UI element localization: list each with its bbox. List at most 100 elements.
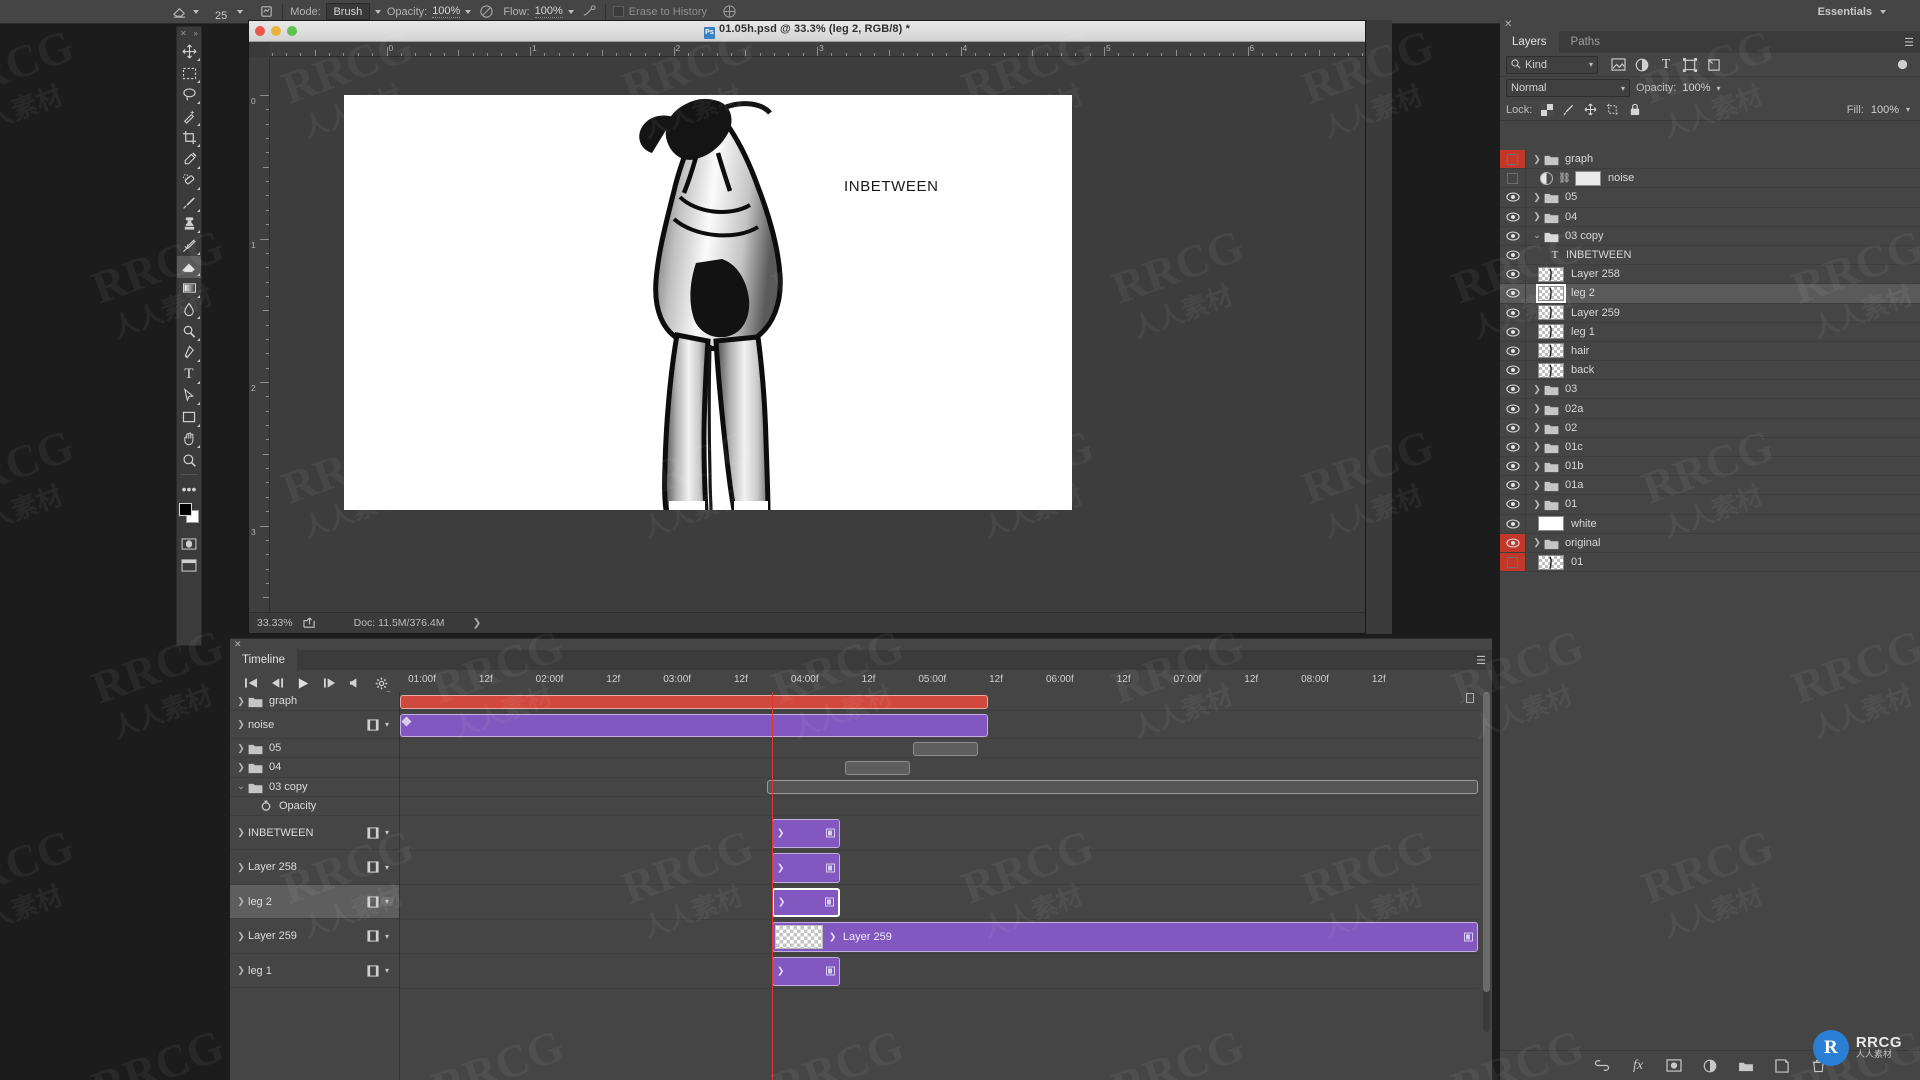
layer-row[interactable]: ❯ 04 bbox=[1500, 207, 1920, 227]
clip-expand-icon[interactable]: ❯ bbox=[829, 931, 837, 942]
timeline-menu-icon[interactable]: ☰ bbox=[1476, 654, 1486, 667]
layer-list[interactable]: ❯ graph ⛓ noise ❯ 05 ❯ 04 ⌄ 03 copy T INBETWEEN Laye… bbox=[1500, 150, 1920, 1044]
timeline-lane[interactable] bbox=[400, 954, 1478, 989]
layer-visibility-toggle[interactable] bbox=[1500, 552, 1526, 572]
layer-row[interactable]: Layer 259 bbox=[1500, 303, 1920, 323]
fill-caret-icon[interactable]: ▾ bbox=[1906, 105, 1910, 114]
eraser-tool-preset-icon[interactable] bbox=[170, 3, 188, 21]
timeline-lane[interactable] bbox=[400, 885, 1478, 920]
layer-visibility-toggle[interactable] bbox=[1500, 399, 1526, 418]
eraser-tool[interactable] bbox=[177, 256, 201, 278]
brush-size-caret-icon[interactable] bbox=[237, 9, 244, 14]
layer-row[interactable]: leg 1 bbox=[1500, 322, 1920, 342]
layer-row[interactable]: ❯ original bbox=[1500, 533, 1920, 553]
layer-thumbnail[interactable] bbox=[1538, 343, 1564, 359]
layer-visibility-toggle[interactable] bbox=[1500, 341, 1526, 361]
chevron-right-icon[interactable]: ❯ bbox=[1530, 499, 1544, 510]
layer-row[interactable]: ❯ 01b bbox=[1500, 457, 1920, 477]
layer-thumbnail[interactable] bbox=[1538, 362, 1564, 378]
chevron-right-icon[interactable]: ❯ bbox=[234, 965, 248, 976]
timeline-lane[interactable] bbox=[400, 797, 1478, 816]
zoom-level[interactable]: 33.33% bbox=[257, 617, 293, 629]
timeline-lane[interactable] bbox=[400, 816, 1478, 851]
layer-visibility-toggle[interactable] bbox=[1500, 533, 1526, 552]
lock-position-icon[interactable] bbox=[1583, 102, 1598, 117]
layer-row[interactable]: ❯ 01c bbox=[1500, 437, 1920, 457]
opacity-value[interactable]: 100% bbox=[432, 5, 461, 18]
clip-expand-icon[interactable]: ❯ bbox=[777, 828, 785, 839]
timeline-work-area-end-marker[interactable] bbox=[1466, 693, 1474, 703]
clip-expand-icon[interactable]: ❯ bbox=[777, 966, 785, 977]
layer-visibility-toggle[interactable] bbox=[1500, 150, 1526, 169]
layer-mask-thumbnail[interactable] bbox=[1575, 170, 1601, 186]
track-options-caret-icon[interactable]: ▾ bbox=[381, 932, 393, 941]
timeline-lane[interactable] bbox=[400, 758, 1478, 778]
history-brush-tool[interactable] bbox=[177, 235, 201, 257]
timeline-clip[interactable] bbox=[400, 713, 988, 737]
clip-expand-icon[interactable]: ❯ bbox=[777, 862, 785, 873]
layer-visibility-toggle[interactable] bbox=[1500, 226, 1526, 245]
lock-all-icon[interactable] bbox=[1627, 102, 1642, 117]
timeline-clip[interactable] bbox=[400, 694, 988, 709]
blend-mode-caret-icon[interactable]: ▾ bbox=[1621, 84, 1625, 93]
toolbar-close-icon[interactable]: ✕ bbox=[180, 30, 187, 38]
share-icon[interactable] bbox=[303, 617, 316, 629]
blur-tool[interactable] bbox=[177, 299, 201, 321]
film-strip-icon[interactable] bbox=[366, 718, 379, 731]
foreground-color-swatch[interactable] bbox=[179, 502, 192, 516]
timeline-track-name-row[interactable]: ❯ graph bbox=[230, 692, 399, 712]
clip-expand-icon[interactable]: ❯ bbox=[778, 897, 786, 908]
layer-row[interactable]: ❯ graph bbox=[1500, 150, 1920, 170]
layer-row[interactable]: T INBETWEEN bbox=[1500, 245, 1920, 266]
layer-visibility-toggle[interactable] bbox=[1500, 207, 1526, 226]
statusbar-expand-icon[interactable]: ❯ bbox=[472, 617, 481, 629]
document-titlebar[interactable]: Ps 01.05h.psd @ 33.3% (leg 2, RGB/8) * bbox=[249, 21, 1365, 42]
layer-row[interactable]: ❯ 02a bbox=[1500, 399, 1920, 419]
path-selection-tool[interactable] bbox=[177, 385, 201, 407]
chevron-right-icon[interactable]: ❯ bbox=[234, 762, 248, 773]
chevron-right-icon[interactable]: ❯ bbox=[234, 719, 248, 730]
film-strip-icon[interactable] bbox=[366, 930, 379, 943]
layers-opacity-value[interactable]: 100% bbox=[1682, 82, 1710, 94]
chevron-right-icon[interactable]: ❯ bbox=[234, 896, 248, 907]
brush-size-value[interactable]: 25 bbox=[215, 10, 227, 22]
healing-brush-tool[interactable] bbox=[177, 170, 201, 192]
toolbar-collapse-icon[interactable]: » bbox=[194, 30, 198, 38]
chevron-right-icon[interactable]: ❯ bbox=[234, 931, 248, 942]
layer-visibility-toggle[interactable] bbox=[1500, 284, 1526, 303]
quick-mask-icon[interactable] bbox=[177, 534, 201, 556]
layer-row[interactable]: white bbox=[1500, 514, 1920, 534]
crop-tool[interactable] bbox=[177, 127, 201, 149]
pen-tool[interactable] bbox=[177, 342, 201, 364]
timeline-track-name-row[interactable]: ❯ Layer 259 ▾ bbox=[230, 919, 399, 954]
chevron-right-icon[interactable]: ❯ bbox=[1530, 192, 1544, 203]
timeline-track-name-row[interactable]: Opacity bbox=[230, 797, 399, 816]
type-tool[interactable]: T bbox=[177, 364, 201, 386]
track-options-caret-icon[interactable]: ▾ bbox=[381, 863, 393, 872]
timeline-lanes[interactable]: ❯❯❯❯❯Layer 259❯ bbox=[400, 692, 1478, 1080]
lock-image-icon[interactable] bbox=[1561, 102, 1576, 117]
chevron-right-icon[interactable]: ❯ bbox=[1530, 384, 1544, 395]
layer-visibility-toggle[interactable] bbox=[1500, 188, 1526, 207]
layer-thumbnail[interactable] bbox=[1538, 554, 1564, 570]
layer-row[interactable]: ⌄ 03 copy bbox=[1500, 226, 1920, 246]
eraser-preset-caret-icon[interactable] bbox=[193, 9, 199, 14]
filter-toggle-icon[interactable] bbox=[1890, 55, 1914, 75]
timeline-clip[interactable] bbox=[913, 741, 978, 756]
opacity-caret-icon[interactable] bbox=[465, 9, 472, 14]
chevron-down-icon[interactable]: ⌄ bbox=[1530, 230, 1544, 241]
chevron-right-icon[interactable]: ❯ bbox=[1530, 480, 1544, 491]
eyedropper-tool[interactable] bbox=[177, 149, 201, 171]
tab-paths[interactable]: Paths bbox=[1559, 31, 1612, 53]
adjustment-filter-icon[interactable] bbox=[1630, 55, 1654, 75]
quick-selection-tool[interactable] bbox=[177, 106, 201, 128]
layer-row[interactable]: ❯ 02 bbox=[1500, 418, 1920, 438]
layer-visibility-toggle[interactable] bbox=[1500, 265, 1526, 284]
new-layer-icon[interactable] bbox=[1773, 1057, 1791, 1075]
gradient-tool[interactable] bbox=[177, 278, 201, 300]
more-tools-icon[interactable]: ••• bbox=[177, 478, 201, 500]
stopwatch-icon[interactable] bbox=[260, 800, 279, 812]
layer-row[interactable]: ❯ 05 bbox=[1500, 188, 1920, 208]
layers-panel-close-icon[interactable]: ✕ bbox=[1504, 19, 1512, 30]
film-strip-icon[interactable] bbox=[366, 964, 379, 977]
